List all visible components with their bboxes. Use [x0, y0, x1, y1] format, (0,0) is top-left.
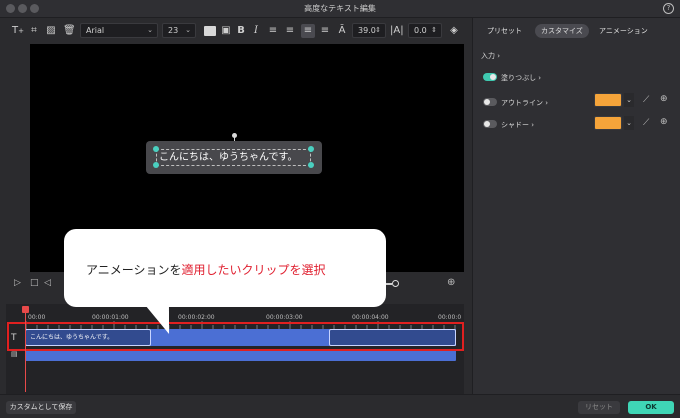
resize-handle-br[interactable]: [308, 162, 314, 168]
shadow-color-dropdown[interactable]: ⌄: [624, 116, 634, 130]
tab-customize[interactable]: カスタマイズ: [535, 24, 589, 38]
justify-icon[interactable]: ≡: [319, 24, 331, 38]
prev-frame-icon[interactable]: ◁: [44, 278, 51, 288]
fill-label[interactable]: 塗りつぶし ›: [501, 73, 541, 83]
title-bar: 高度なテキスト編集 ?: [0, 0, 680, 18]
crop-icon[interactable]: ⌗: [28, 24, 40, 38]
ruler-label: 00:00:02:00: [178, 314, 215, 321]
char-spacing-icon: |A|: [390, 25, 404, 36]
ruler-label: 00:00:01:00: [92, 314, 129, 321]
volume-slider-thumb[interactable]: [392, 280, 399, 287]
zoom-in-icon[interactable]: ⊕: [447, 277, 455, 288]
text-object-content[interactable]: こんにちは、ゆうちゃんです。: [156, 149, 311, 166]
image-icon[interactable]: ▨: [45, 24, 57, 38]
video-track-icon: ▤: [11, 350, 18, 358]
align-right-icon[interactable]: ≡: [284, 24, 296, 38]
ruler-label: 00:00:0: [438, 314, 462, 321]
resize-handle-bl[interactable]: [153, 162, 159, 168]
play-icon[interactable]: ▷: [14, 278, 21, 288]
save-as-custom-button[interactable]: カスタムとして保存: [6, 401, 76, 414]
bottom-bar: カスタムとして保存 リセット OK: [0, 394, 680, 418]
selection-highlight: [7, 322, 464, 351]
callout-highlight: 適用したいクリップを選択: [181, 263, 326, 277]
add-color-icon[interactable]: ⊕: [660, 94, 668, 104]
font-select[interactable]: Arial ⌄: [80, 23, 158, 38]
ruler-label: 00:00: [28, 314, 46, 321]
outline-toggle[interactable]: [483, 98, 497, 106]
text-object[interactable]: こんにちは、ゆうちゃんです。: [146, 141, 322, 174]
ruler-label: 00:00:03:00: [266, 314, 303, 321]
align-center-icon[interactable]: ≡: [301, 24, 315, 38]
rotate-handle[interactable]: [232, 133, 237, 138]
reset-button[interactable]: リセット: [578, 401, 620, 414]
text-tool-icon[interactable]: T+: [10, 24, 26, 38]
properties-panel: プリセット カスタマイズ アニメーション 入力 › 塗りつぶし › アウトライン…: [472, 18, 680, 394]
trash-icon[interactable]: 🗑: [63, 24, 76, 38]
tab-animation[interactable]: アニメーション: [593, 24, 654, 38]
window-title: 高度なテキスト編集: [304, 4, 376, 13]
resize-handle-tl[interactable]: [153, 146, 159, 152]
char-spacing-input[interactable]: 0.0 ⇕: [408, 23, 442, 38]
shadow-toggle[interactable]: [483, 120, 497, 128]
ok-button[interactable]: OK: [628, 401, 674, 414]
line-spacing-icon: Ā: [338, 25, 346, 36]
eyedropper-icon[interactable]: ⟋: [643, 95, 649, 105]
tab-preset[interactable]: プリセット: [481, 24, 528, 38]
stop-icon[interactable]: □: [30, 278, 39, 288]
add-color-icon[interactable]: ⊕: [660, 117, 668, 127]
outline-color-dropdown[interactable]: ⌄: [624, 93, 634, 107]
text-color-icon[interactable]: [204, 26, 216, 36]
shadow-label[interactable]: シャドー ›: [501, 120, 534, 130]
text-toolbar: T+ ⌗ ▨ 🗑 Arial ⌄ 23 ⌄ ▣ B I ≡ ≡ ≡ ≡ Ā 39.0…: [0, 18, 470, 44]
font-size-select[interactable]: 23 ⌄: [162, 23, 196, 38]
ruler-label: 00:00:04:00: [352, 314, 389, 321]
help-icon[interactable]: ?: [663, 3, 674, 14]
callout-bubble: アニメーションを適用したいクリップを選択: [64, 229, 386, 307]
align-left-icon[interactable]: ≡: [267, 24, 279, 38]
callout-prefix: アニメーションを: [86, 263, 182, 277]
bold-button[interactable]: B: [236, 24, 246, 38]
outline-color-swatch[interactable]: [594, 93, 622, 107]
input-section[interactable]: 入力 ›: [481, 51, 500, 61]
italic-button[interactable]: I: [251, 24, 261, 38]
fill-toggle[interactable]: [483, 73, 497, 81]
layers-icon[interactable]: ◈: [448, 24, 460, 38]
line-spacing-input[interactable]: 39.0 ⇕: [352, 23, 386, 38]
playhead[interactable]: [25, 310, 26, 392]
eyedropper-icon[interactable]: ⟋: [643, 118, 649, 128]
shadow-color-swatch[interactable]: [594, 116, 622, 130]
color-dropdown-icon[interactable]: ▣: [220, 24, 232, 38]
outline-label[interactable]: アウトライン ›: [501, 98, 548, 108]
callout-text: アニメーションを適用したいクリップを選択: [86, 261, 326, 278]
resize-handle-tr[interactable]: [308, 146, 314, 152]
